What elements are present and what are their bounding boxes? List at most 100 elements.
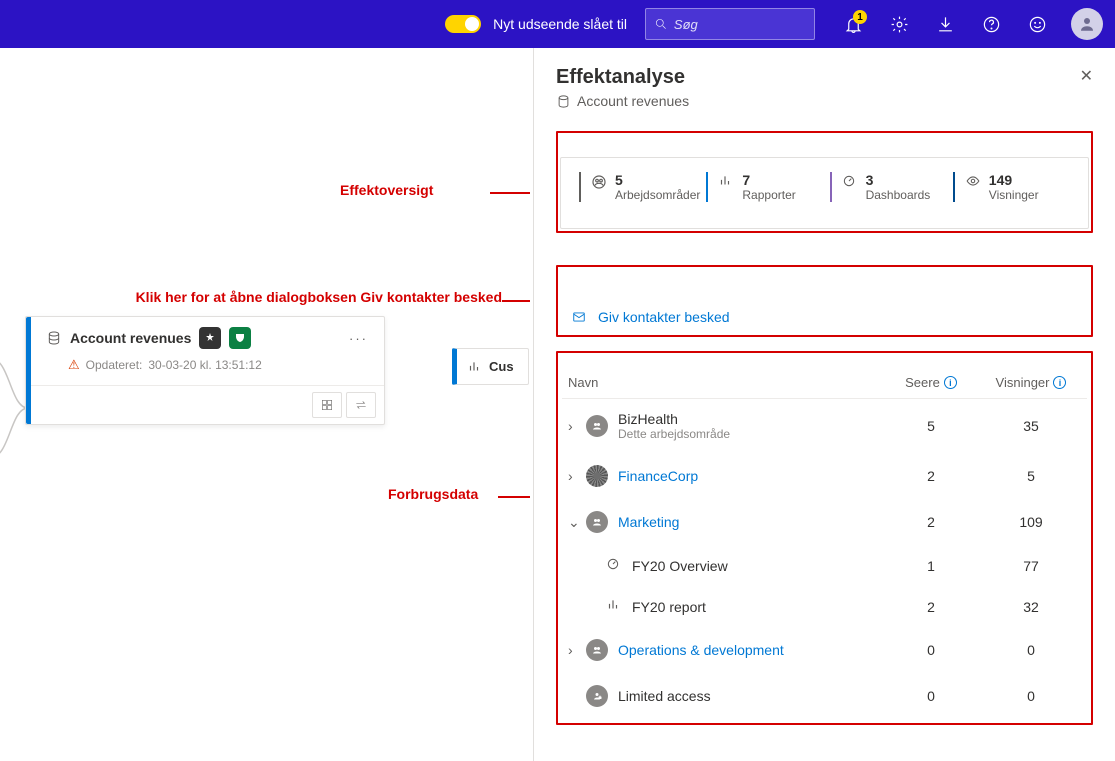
search-box[interactable] <box>645 8 815 40</box>
row-viewers: 2 <box>881 599 981 615</box>
row-views: 32 <box>981 599 1081 615</box>
tile-dashboards-label: Dashboards <box>866 188 931 202</box>
annotation-notify-line <box>502 300 530 302</box>
expand-toggle[interactable]: ⌄ <box>568 514 586 531</box>
workspace-icon <box>586 465 608 487</box>
tile-reports-value: 7 <box>742 172 795 188</box>
download-icon <box>936 15 955 34</box>
report-icon <box>606 598 622 615</box>
notification-badge: 1 <box>853 10 867 24</box>
tile-dashboards-value: 3 <box>866 172 931 188</box>
node-footer <box>26 385 384 424</box>
feedback-button[interactable] <box>1017 4 1057 44</box>
tile-views-value: 149 <box>989 172 1039 188</box>
table-row[interactable]: Limited access 0 0 <box>562 673 1087 719</box>
expand-toggle[interactable]: › <box>568 468 586 484</box>
help-icon <box>982 15 1001 34</box>
new-look-toggle[interactable] <box>445 15 481 33</box>
impact-panel: Effektanalyse Account revenues ✕ 5Arbejd… <box>533 48 1115 761</box>
panel-title: Effektanalyse <box>556 66 689 89</box>
help-button[interactable] <box>971 4 1011 44</box>
panel-subtitle-row: Account revenues <box>556 93 689 109</box>
warning-icon: ⚠ <box>68 357 80 373</box>
person-icon <box>1078 15 1096 33</box>
node-more-button[interactable]: ··· <box>345 331 372 346</box>
notify-contacts-label: Giv kontakter besked <box>598 309 730 325</box>
node-subtitle: ⚠ Opdateret: 30-03-20 kl. 13:51:12 <box>26 353 384 385</box>
col-views: Visningeri <box>981 375 1081 390</box>
annotation-overview: Effektoversigt <box>340 182 433 198</box>
workspace-icon <box>586 639 608 661</box>
search-input[interactable] <box>674 17 806 32</box>
node-header: Account revenues ··· <box>26 317 384 353</box>
download-button[interactable] <box>925 4 965 44</box>
row-name[interactable]: Operations & development <box>618 642 881 658</box>
settings-button[interactable] <box>879 4 919 44</box>
tile-workspaces: 5Arbejdsområder <box>579 172 700 202</box>
impact-button[interactable] <box>312 392 342 418</box>
table-row-child[interactable]: FY20 Overview 1 77 <box>562 545 1087 586</box>
report-icon <box>467 360 481 374</box>
workspace-icon <box>586 511 608 533</box>
row-viewers: 2 <box>881 514 981 530</box>
dashboard-icon <box>606 557 622 574</box>
summary-card: 5Arbejdsområder 7Rapporter 3Dashboards <box>560 157 1089 229</box>
row-name: FY20 Overview <box>632 558 881 574</box>
col-viewers: Seerei <box>881 375 981 390</box>
endorsement-chip <box>199 327 221 349</box>
overview-callout: 5Arbejdsområder 7Rapporter 3Dashboards <box>556 131 1093 233</box>
downstream-node[interactable]: Cus <box>452 348 529 385</box>
annotation-overview-line <box>490 192 530 194</box>
tile-views: 149Visninger <box>953 172 1070 202</box>
row-viewers: 2 <box>881 468 981 484</box>
row-name[interactable]: Marketing <box>618 514 881 530</box>
close-panel-button[interactable]: ✕ <box>1080 66 1093 86</box>
row-name: BizHealth Dette arbejdsområde <box>618 411 881 441</box>
notify-callout: Giv kontakter besked <box>556 265 1093 337</box>
tile-reports-label: Rapporter <box>742 188 795 202</box>
usage-callout: Navn Seerei Visningeri › BizHealth Dette… <box>556 351 1093 725</box>
annotation-notify: Klik her for at åbne dialogboksen Giv ko… <box>12 289 502 305</box>
tile-views-label: Visninger <box>989 188 1039 202</box>
table-row-child[interactable]: FY20 report 2 32 <box>562 586 1087 627</box>
row-name: FY20 report <box>632 599 881 615</box>
row-views: 5 <box>981 468 1081 484</box>
node-title: Account revenues <box>70 330 191 346</box>
dashboard-icon <box>842 174 858 202</box>
workspace-icon <box>591 174 607 202</box>
app-header: Nyt udseende slået til 1 <box>0 0 1115 48</box>
panel-subtitle: Account revenues <box>577 93 689 109</box>
table-header: Navn Seerei Visningeri <box>562 367 1087 399</box>
account-avatar[interactable] <box>1071 8 1103 40</box>
expand-toggle[interactable]: › <box>568 642 586 658</box>
usage-table: Navn Seerei Visningeri › BizHealth Dette… <box>562 367 1087 719</box>
dataset-node[interactable]: Account revenues ··· ⚠ Opdateret: 30-03-… <box>25 316 385 425</box>
row-views: 77 <box>981 558 1081 574</box>
row-name: Limited access <box>618 688 881 704</box>
workspace-icon <box>586 415 608 437</box>
info-icon[interactable]: i <box>1053 376 1066 389</box>
swap-button[interactable] <box>346 392 376 418</box>
new-look-label: Nyt udseende slået til <box>493 16 627 32</box>
table-row[interactable]: › FinanceCorp 2 5 <box>562 453 1087 499</box>
tile-dashboards: 3Dashboards <box>830 172 947 202</box>
updated-prefix: Opdateret: <box>86 358 143 372</box>
table-row[interactable]: › BizHealth Dette arbejdsområde 5 35 <box>562 399 1087 453</box>
tile-workspaces-label: Arbejdsområder <box>615 188 700 202</box>
notify-contacts-button[interactable]: Giv kontakter besked <box>560 301 1089 333</box>
smiley-icon <box>1028 15 1047 34</box>
expand-toggle[interactable]: › <box>568 418 586 434</box>
eye-icon <box>965 174 981 202</box>
info-icon[interactable]: i <box>944 376 957 389</box>
row-name[interactable]: FinanceCorp <box>618 468 881 484</box>
row-viewers: 0 <box>881 642 981 658</box>
table-row[interactable]: ⌄ Marketing 2 109 <box>562 499 1087 545</box>
table-row[interactable]: › Operations & development 0 0 <box>562 627 1087 673</box>
row-views: 0 <box>981 642 1081 658</box>
annotation-usage-line <box>498 496 530 498</box>
row-views: 109 <box>981 514 1081 530</box>
row-views: 0 <box>981 688 1081 704</box>
dataset-icon <box>46 330 62 346</box>
gear-icon <box>890 15 909 34</box>
notifications-button[interactable]: 1 <box>833 4 873 44</box>
